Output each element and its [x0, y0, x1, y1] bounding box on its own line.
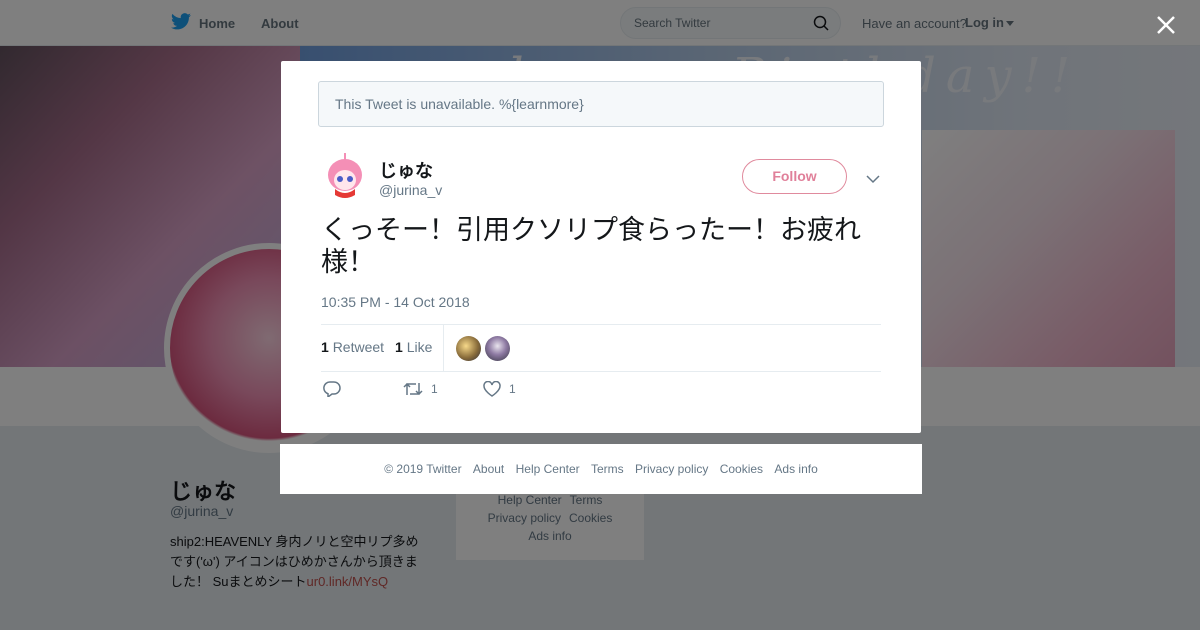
- tweet-menu-button[interactable]: [865, 171, 881, 192]
- divider: [321, 371, 881, 372]
- like-count: 1: [509, 382, 516, 396]
- liker-avatar[interactable]: [485, 336, 510, 361]
- modal-footer: © 2019 Twitter About Help Center Terms P…: [280, 444, 922, 494]
- heart-icon: [483, 381, 501, 397]
- retweet-stat-label: Retweet: [332, 339, 385, 355]
- retweet-button[interactable]: 1: [403, 381, 438, 397]
- retweet-stat-count: 1: [321, 339, 329, 355]
- tweet-author-name[interactable]: じゅな: [379, 157, 433, 183]
- retweet-count: 1: [431, 382, 438, 396]
- like-button[interactable]: 1: [483, 381, 516, 397]
- stats-divider: [443, 325, 444, 371]
- reply-button[interactable]: [323, 381, 341, 397]
- tweet-stats: 1 Retweet 1 Like: [321, 325, 881, 371]
- tweet-actions: 1 1: [321, 381, 621, 405]
- close-icon: [1157, 16, 1175, 34]
- retweet-stat[interactable]: 1 Retweet: [321, 339, 384, 355]
- footer-copyright: © 2019 Twitter: [384, 462, 462, 476]
- like-stat[interactable]: 1 Like: [395, 339, 432, 355]
- tweet-text: くっそー！引用クソリプ食らったー！お疲れ様！: [321, 215, 861, 277]
- tweet-avatar[interactable]: [321, 153, 369, 201]
- chevron-down-icon: [866, 175, 880, 184]
- footer-privacy-link[interactable]: Privacy policy: [635, 462, 708, 476]
- footer-help-center-link[interactable]: Help Center: [516, 462, 580, 476]
- like-stat-count: 1: [395, 339, 403, 355]
- tweet-timestamp[interactable]: 10:35 PM - 14 Oct 2018: [321, 294, 470, 310]
- tweet-unavailable-notice: This Tweet is unavailable. %{learnmore}: [318, 81, 884, 127]
- avatar-image: [321, 153, 369, 201]
- footer-about-link[interactable]: About: [473, 462, 504, 476]
- liker-avatar[interactable]: [456, 336, 481, 361]
- retweet-icon: [403, 382, 423, 396]
- like-stat-label: Like: [406, 339, 433, 355]
- close-button[interactable]: [1153, 12, 1179, 38]
- footer-ads-info-link[interactable]: Ads info: [774, 462, 817, 476]
- reply-icon: [323, 381, 341, 397]
- tweet-modal: This Tweet is unavailable. %{learnmore} …: [281, 61, 921, 433]
- tweet-author-handle[interactable]: @jurina_v: [379, 182, 442, 198]
- footer-terms-link[interactable]: Terms: [591, 462, 624, 476]
- footer-cookies-link[interactable]: Cookies: [720, 462, 763, 476]
- follow-button[interactable]: Follow: [742, 159, 847, 194]
